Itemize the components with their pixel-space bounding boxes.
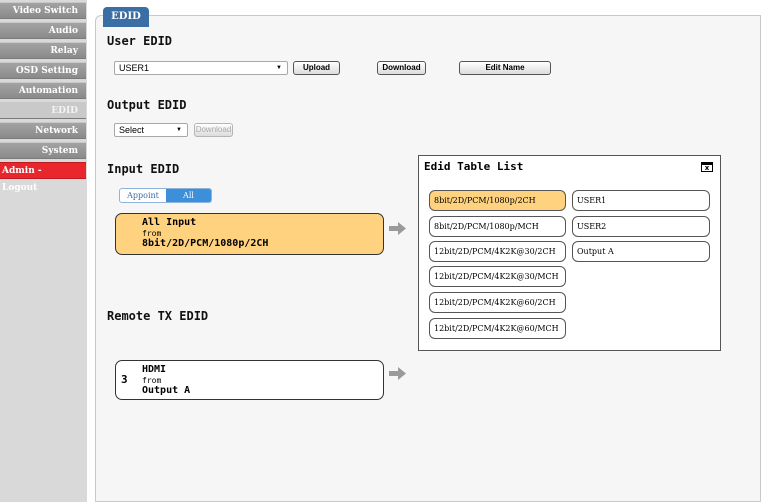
nav-video-switch[interactable]: Video Switch <box>0 2 86 19</box>
user-edid-select-value: USER1 <box>119 63 150 73</box>
chevron-down-icon: ▼ <box>276 65 282 71</box>
edid-item[interactable]: 12bit/2D/PCM/4K2K@30/MCH <box>429 266 566 287</box>
edid-table-list-panel: Edid Table List x 8bit/2D/PCM/1080p/2CH … <box>418 155 721 351</box>
edid-item[interactable]: 12bit/2D/PCM/4K2K@60/MCH <box>429 318 566 339</box>
input-box-line1: All Input <box>142 217 197 228</box>
nav-system[interactable]: System <box>0 142 86 159</box>
remote-box-line1: HDMI <box>142 364 167 375</box>
input-box-line2: from <box>142 229 162 238</box>
nav-audio[interactable]: Audio <box>0 22 86 39</box>
nav-admin-logout[interactable]: Admin - Logout <box>0 162 86 193</box>
output-download-button[interactable]: Download <box>194 123 233 137</box>
edid-item[interactable]: 12bit/2D/PCM/4K2K@60/2CH <box>429 292 566 313</box>
close-icon[interactable]: x <box>701 162 713 172</box>
close-glyph: x <box>704 164 710 172</box>
edid-item[interactable]: 8bit/2D/PCM/1080p/2CH <box>429 190 566 211</box>
input-edid-title: Input EDID <box>107 162 180 176</box>
edid-item-user[interactable]: USER2 <box>572 216 710 237</box>
edid-item-user[interactable]: USER1 <box>572 190 710 211</box>
input-box-line3: 8bit/2D/PCM/1080p/2CH <box>142 238 269 249</box>
nav-relay[interactable]: Relay <box>0 42 86 59</box>
edid-item[interactable]: 12bit/2D/PCM/4K2K@30/2CH <box>429 241 566 262</box>
output-edid-title: Output EDID <box>107 98 187 112</box>
sidebar: Video Switch Audio Relay OSD Setting Aut… <box>0 0 87 502</box>
input-edid-box[interactable]: All Input from 8bit/2D/PCM/1080p/2CH <box>115 213 384 255</box>
user-edid-select[interactable]: USER1 ▼ <box>114 61 288 75</box>
remote-tx-edid-title: Remote TX EDID <box>107 309 209 323</box>
nav-osd-setting[interactable]: OSD Setting <box>0 62 86 79</box>
remote-box-line3: Output A <box>142 385 191 396</box>
nav-edid[interactable]: EDID <box>0 102 86 119</box>
arrow-right-icon[interactable] <box>389 222 406 235</box>
output-edid-select-value: Select <box>119 125 145 135</box>
edid-item[interactable]: 8bit/2D/PCM/1080p/MCH <box>429 216 566 237</box>
tab-edid[interactable]: EDID <box>103 7 149 27</box>
arrow-right-icon[interactable] <box>389 367 406 380</box>
toggle-all[interactable]: All <box>166 189 211 202</box>
remote-box-line2: from <box>142 376 162 385</box>
upload-button[interactable]: Upload <box>293 61 340 75</box>
toggle-appoint[interactable]: Appoint <box>120 189 166 202</box>
output-edid-select[interactable]: Select ▼ <box>114 123 188 137</box>
edid-item-output[interactable]: Output A <box>572 241 710 262</box>
edit-name-button[interactable]: Edit Name <box>459 61 551 75</box>
chevron-down-icon: ▼ <box>176 127 182 133</box>
remote-tx-edid-box[interactable]: 3 HDMI from Output A <box>115 360 384 400</box>
nav-network[interactable]: Network <box>0 122 86 139</box>
user-edid-title: User EDID <box>107 34 173 48</box>
remote-box-number: 3 <box>121 373 128 386</box>
edid-table-list-title: Edid Table List <box>424 160 524 173</box>
download-button[interactable]: Download <box>377 61 426 75</box>
appoint-all-toggle[interactable]: Appoint All <box>119 188 212 203</box>
nav-automation[interactable]: Automation <box>0 82 86 99</box>
